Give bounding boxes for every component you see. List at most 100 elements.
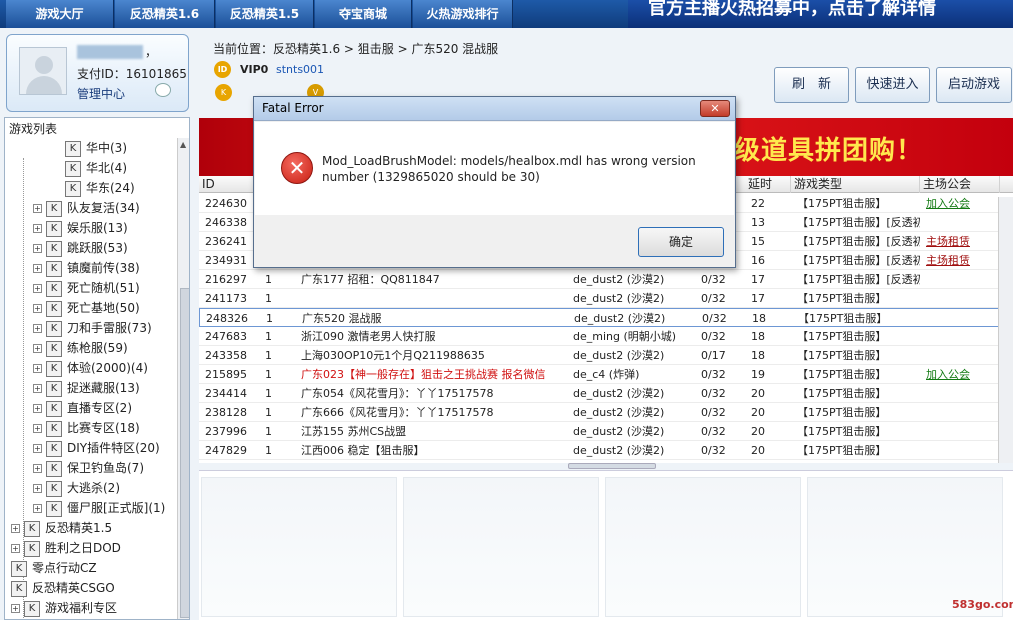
- expand-icon[interactable]: +: [33, 504, 42, 513]
- expand-icon[interactable]: +: [33, 204, 42, 213]
- game-tree-item[interactable]: K 反恐精英CSGO: [11, 578, 115, 598]
- tab-cs16[interactable]: 反恐精英1.6: [115, 0, 215, 28]
- game-tree-item[interactable]: K 华中(3): [65, 138, 127, 158]
- dialog-title-bar[interactable]: Fatal Error ✕: [254, 97, 735, 121]
- expand-icon[interactable]: +: [33, 244, 42, 253]
- cell-map: de_dust2 (沙漠2): [573, 425, 665, 438]
- tab-cs15[interactable]: 反恐精英1.5: [216, 0, 314, 28]
- expand-icon[interactable]: +: [33, 364, 42, 373]
- game-tree-item[interactable]: + K 保卫钓鱼岛(7): [33, 458, 144, 478]
- game-tree-item[interactable]: + K 游戏福利专区: [11, 598, 117, 618]
- table-row[interactable]: 237996 1 江苏155 苏州CS战盟 de_dust2 (沙漠2) 0/32 20 【…: [199, 422, 1013, 441]
- column-header-type[interactable]: 游戏类型: [791, 176, 920, 193]
- expand-icon[interactable]: +: [33, 324, 42, 333]
- expand-icon[interactable]: +: [33, 484, 42, 493]
- cell-map: de_ming (明朝小城): [573, 330, 677, 343]
- quick-join-button[interactable]: 快速进入: [855, 67, 930, 103]
- cell-map: de_dust2 (沙漠2): [573, 387, 665, 400]
- table-scrollbar[interactable]: [998, 197, 1013, 463]
- table-row[interactable]: 234414 1 广东054《风花雪月》：丫丫17517578 de_dust2 (沙…: [199, 384, 1013, 403]
- cell-guild[interactable]: 加入公会: [920, 365, 1000, 384]
- cell-ping: 17: [751, 292, 765, 305]
- expand-icon[interactable]: +: [11, 604, 20, 613]
- cell-id: 243358: [205, 349, 247, 362]
- game-tree-item[interactable]: + K 僵尸服[正式版](1): [33, 498, 165, 518]
- tab-treasure-mall[interactable]: 夺宝商城: [315, 0, 412, 28]
- column-header-ping[interactable]: 延时: [745, 176, 791, 193]
- game-tree-item[interactable]: + K 死亡随机(51): [33, 278, 140, 298]
- start-game-button[interactable]: 启动游戏: [936, 67, 1012, 103]
- column-header-guild[interactable]: 主场公会: [920, 176, 1000, 193]
- game-tree-item[interactable]: K 零点行动CZ: [11, 558, 97, 578]
- tab-hot-ranking[interactable]: 火热游戏排行: [413, 0, 513, 28]
- close-icon[interactable]: ✕: [700, 100, 730, 117]
- table-row[interactable]: 248326 1 广东520 混战服 de_dust2 (沙漠2) 0/32 18 【175…: [199, 308, 1013, 327]
- game-tree-item[interactable]: + K 练枪服(59): [33, 338, 128, 358]
- cell-ping: 18: [751, 330, 765, 343]
- chat-bubble-icon[interactable]: [155, 83, 171, 97]
- cell-guild: [920, 346, 1000, 365]
- cell-guild[interactable]: 加入公会: [920, 194, 1000, 213]
- game-tree-label: DIY插件特区(20): [67, 441, 160, 455]
- game-tree-item[interactable]: + K 刀和手雷服(73): [33, 318, 152, 338]
- expand-icon[interactable]: +: [33, 384, 42, 393]
- game-tree-item[interactable]: + K 反恐精英1.5: [11, 518, 112, 538]
- game-icon: K: [46, 360, 62, 377]
- game-tree-item[interactable]: + K 直播专区(2): [33, 398, 132, 418]
- cell-type: 【175PT狙击服】: [797, 444, 887, 457]
- expand-icon[interactable]: +: [33, 224, 42, 233]
- manage-center-link[interactable]: 管理中心: [77, 85, 125, 102]
- game-tree-item[interactable]: + K DIY插件特区(20): [33, 438, 160, 458]
- refresh-button[interactable]: 刷 新: [774, 67, 849, 103]
- game-tree-item[interactable]: + K 比赛专区(18): [33, 418, 140, 438]
- top-ad-banner[interactable]: 官方主播火热招募中，点击了解详情: [628, 0, 1013, 28]
- expand-icon[interactable]: +: [33, 284, 42, 293]
- error-message: Mod_LoadBrushModel: models/healbox.mdl h…: [322, 154, 696, 184]
- expand-icon[interactable]: +: [33, 424, 42, 433]
- game-tree-label: 体验(2000)(4): [67, 361, 148, 375]
- vip-level: VIP0: [240, 63, 269, 76]
- table-row[interactable]: 241173 1 de_dust2 (沙漠2) 0/32 17 【175PT狙击服】: [199, 289, 1013, 308]
- game-tree-item[interactable]: + K 娱乐服(13): [33, 218, 128, 238]
- scroll-up-icon[interactable]: ▲: [180, 140, 186, 149]
- cell-guild[interactable]: 主场租赁: [920, 232, 1000, 251]
- table-row[interactable]: 238128 1 广东666《风花雪月》：丫丫17517578 de_dust2 (沙…: [199, 403, 1013, 422]
- game-list-scrollbar[interactable]: ▲: [177, 138, 189, 619]
- expand-icon[interactable]: +: [33, 444, 42, 453]
- panel-splitter-handle[interactable]: [568, 463, 656, 469]
- game-tree-item[interactable]: + K 跳跃服(53): [33, 238, 128, 258]
- game-tree-label: 大逃杀(2): [67, 481, 120, 495]
- table-row[interactable]: 247829 1 江西006 稳定【狙击服】 de_dust2 (沙漠2) 0/32 20…: [199, 441, 1013, 460]
- avatar[interactable]: [19, 47, 67, 95]
- table-row[interactable]: 215895 1 广东023【神一般存在】狙击之王挑战赛 报名微信 de_c4 (炸弹…: [199, 365, 1013, 384]
- expand-icon[interactable]: +: [33, 344, 42, 353]
- game-tree-item[interactable]: + K 体验(2000)(4): [33, 358, 148, 378]
- game-tree-item[interactable]: + K 死亡基地(50): [33, 298, 140, 318]
- cell-id: 216297: [205, 273, 247, 286]
- game-tree-item[interactable]: K 华东(24): [65, 178, 135, 198]
- expand-icon[interactable]: +: [33, 404, 42, 413]
- game-tree-item[interactable]: + K 胜利之日DOD: [11, 538, 121, 558]
- table-row[interactable]: 247683 1 浙江090 激情老男人快打服 de_ming (明朝小城) 0/32 1…: [199, 327, 1013, 346]
- game-tree-label: 华东(24): [86, 181, 135, 195]
- expand-icon[interactable]: +: [33, 304, 42, 313]
- expand-icon[interactable]: +: [11, 524, 20, 533]
- game-tree-item[interactable]: + K 捉迷藏服(13): [33, 378, 140, 398]
- game-tree-item[interactable]: + K 大逃杀(2): [33, 478, 120, 498]
- ok-button[interactable]: 确定: [638, 227, 724, 257]
- table-row[interactable]: 216297 1 广东177 招租：QQ811847 de_dust2 (沙漠2) 0/…: [199, 270, 1013, 289]
- cell-type: 【175PT狙击服】: [797, 197, 887, 210]
- vip-username[interactable]: stnts001: [276, 63, 324, 76]
- game-tree-item[interactable]: + K 队友复活(34): [33, 198, 140, 218]
- game-tree-item[interactable]: + K 镇魔前传(38): [33, 258, 140, 278]
- game-tree-label: 刀和手雷服(73): [67, 321, 152, 335]
- table-row[interactable]: 243358 1 上海030OP10元1个月Q211988635 de_dust2 (…: [199, 346, 1013, 365]
- cell-guild[interactable]: 主场租赁: [920, 251, 1000, 270]
- expand-icon[interactable]: +: [33, 464, 42, 473]
- tab-game-hall[interactable]: 游戏大厅: [6, 0, 114, 28]
- expand-icon[interactable]: +: [33, 264, 42, 273]
- column-header-id[interactable]: ID: [199, 176, 261, 193]
- scrollbar-thumb[interactable]: [180, 288, 189, 618]
- game-tree-item[interactable]: K 华北(4): [65, 158, 127, 178]
- expand-icon[interactable]: +: [11, 544, 20, 553]
